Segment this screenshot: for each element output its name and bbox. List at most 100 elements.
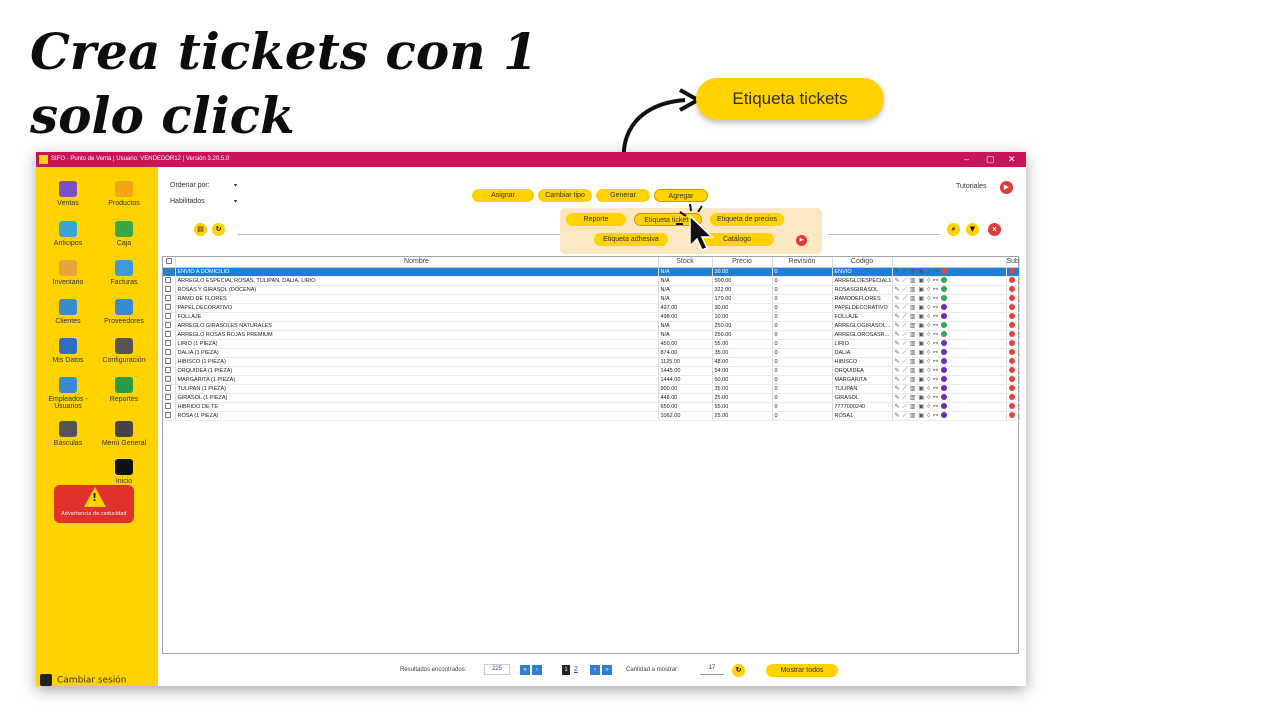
status-badge[interactable]: [941, 349, 948, 356]
image-icon[interactable]: ▣: [918, 359, 927, 365]
table-row[interactable]: ARREGLO ROSAS ROJAS PREMIUM N/A 250.00 0 ARR…: [163, 330, 1020, 340]
link-icon[interactable]: ⚯: [933, 404, 941, 410]
edit-icon[interactable]: ✎: [895, 323, 903, 329]
link-icon[interactable]: ⚯: [933, 395, 941, 401]
row-checkbox-cell[interactable]: [163, 357, 176, 367]
page-2[interactable]: 2: [574, 666, 578, 673]
edit-icon[interactable]: ✎: [895, 278, 903, 284]
status-badge[interactable]: [941, 331, 948, 338]
youtube-icon[interactable]: ▶: [1000, 181, 1013, 194]
image-icon[interactable]: ▣: [918, 350, 927, 356]
column-header-codigo[interactable]: Código: [832, 257, 893, 268]
image-icon[interactable]: ▣: [918, 332, 927, 338]
trend-icon[interactable]: ⟋: [903, 323, 910, 329]
row-checkbox-cell[interactable]: [163, 294, 176, 304]
edit-icon[interactable]: ✎: [895, 296, 903, 302]
row-checkbox[interactable]: [165, 331, 171, 338]
change-type-button[interactable]: Cambiar tipo: [538, 189, 592, 202]
edit-icon[interactable]: ✎: [895, 287, 903, 293]
row-checkbox[interactable]: [165, 313, 171, 320]
trend-icon[interactable]: ⟋: [903, 296, 910, 302]
link-icon[interactable]: ⚯: [933, 269, 941, 275]
sidebar-item-reportes[interactable]: Reportes: [96, 377, 152, 403]
row-checkbox[interactable]: [165, 277, 171, 284]
status-badge[interactable]: [941, 376, 948, 383]
status-badge[interactable]: [941, 295, 948, 302]
youtube-icon[interactable]: ▶: [796, 235, 807, 246]
row-checkbox[interactable]: [165, 322, 171, 329]
status-badge[interactable]: [941, 412, 948, 419]
delete-dot-icon[interactable]: [1008, 394, 1015, 401]
trend-icon[interactable]: ⟋: [903, 305, 910, 311]
image-icon[interactable]: ▣: [918, 404, 927, 410]
edit-icon[interactable]: ✎: [895, 386, 903, 392]
row-checkbox-cell[interactable]: [163, 393, 176, 403]
edit-icon[interactable]: ✎: [895, 350, 903, 356]
search-field[interactable]: [238, 234, 568, 235]
table-row[interactable]: ARREGLO GIRASOLES NATURALES N/A 250.00 0 ARR…: [163, 321, 1020, 331]
trend-icon[interactable]: ⟋: [903, 332, 910, 338]
close-button[interactable]: ✕: [1008, 152, 1016, 167]
trend-icon[interactable]: ⟋: [903, 314, 910, 320]
sidebar-item-empleados[interactable]: Empleados - Usuarios: [40, 377, 96, 410]
sidebar-item-menu-general[interactable]: Menú General: [96, 421, 152, 447]
row-checkbox[interactable]: [165, 385, 171, 392]
edit-icon[interactable]: ✎: [895, 404, 903, 410]
trend-icon[interactable]: ⟋: [903, 377, 910, 383]
trend-icon[interactable]: ⟋: [903, 368, 910, 374]
image-icon[interactable]: ▣: [918, 377, 927, 383]
link-icon[interactable]: ⚯: [933, 314, 941, 320]
link-icon[interactable]: ⚯: [933, 323, 941, 329]
next-page-button[interactable]: ›: [590, 665, 600, 675]
row-checkbox-cell[interactable]: [163, 267, 176, 277]
table-row[interactable]: MARGARITA (1 PIEZA) 1444.00 50.00 0 MARGARIT…: [163, 375, 1020, 385]
table-row[interactable]: ROSAS Y GIRASOL (DOCENA) N/A 322.00 0 ROSASG…: [163, 285, 1020, 295]
table-row[interactable]: GIRASOL (1 PIEZA) 448.00 25.00 0 GIRASOL ✎⟋▥▣…: [163, 393, 1020, 403]
status-badge[interactable]: [941, 340, 948, 347]
order-by-select[interactable]: Ordenar por: ▾: [170, 182, 240, 189]
sidebar-item-anticipos[interactable]: Anticipos: [40, 221, 96, 247]
link-icon[interactable]: ⚯: [933, 350, 941, 356]
row-checkbox[interactable]: [165, 376, 171, 383]
minimize-button[interactable]: –: [964, 152, 969, 167]
image-icon[interactable]: ▣: [918, 413, 927, 419]
row-checkbox[interactable]: [165, 295, 171, 302]
image-icon[interactable]: ▣: [918, 296, 927, 302]
refresh-icon[interactable]: ↻: [732, 664, 745, 677]
status-badge[interactable]: [941, 268, 948, 275]
clear-icon[interactable]: x: [988, 223, 1001, 236]
tutorials-label[interactable]: Tutoriales: [956, 183, 986, 190]
sidebar-item-inventario[interactable]: Inventario: [40, 260, 96, 286]
row-checkbox-cell[interactable]: [163, 276, 176, 286]
quantity-input[interactable]: 17: [700, 664, 724, 675]
edit-icon[interactable]: ✎: [895, 341, 903, 347]
image-icon[interactable]: ▣: [918, 395, 927, 401]
expiry-warning-button[interactable]: ! Advertencia de caducidad: [54, 485, 134, 523]
trend-icon[interactable]: ⟋: [903, 341, 910, 347]
edit-icon[interactable]: ✎: [895, 305, 903, 311]
sidebar-item-caja[interactable]: Caja: [96, 221, 152, 247]
sidebar-item-proveedores[interactable]: Proveedores: [96, 299, 152, 325]
row-checkbox[interactable]: [165, 286, 171, 293]
row-checkbox-cell[interactable]: [163, 285, 176, 295]
column-header-stock[interactable]: Stock: [658, 257, 713, 268]
sidebar-item-basculas[interactable]: Básculas: [40, 421, 96, 447]
image-icon[interactable]: ▣: [918, 269, 927, 275]
trend-icon[interactable]: ⟋: [903, 404, 910, 410]
status-badge[interactable]: [941, 367, 948, 374]
image-icon[interactable]: ▣: [918, 386, 927, 392]
delete-dot-icon[interactable]: [1008, 295, 1015, 302]
select-all-checkbox[interactable]: [163, 257, 176, 268]
table-row[interactable]: HIBRIDO DE TE 650.00 55.00 0 7777000240 ✎⟋▥▣◊…: [163, 402, 1020, 412]
delete-dot-icon[interactable]: [1008, 349, 1015, 356]
delete-dot-icon[interactable]: [1008, 385, 1015, 392]
page-1[interactable]: 1: [562, 665, 570, 675]
image-icon[interactable]: ▣: [918, 314, 927, 320]
search-field-right[interactable]: [828, 234, 940, 235]
etiqueta-adhesiva-option[interactable]: Etiqueta adhesiva: [594, 233, 668, 246]
table-row[interactable]: LIRIO (1 PIEZA) 450.00 55.00 0 LIRIO ✎⟋▥▣◊⚯: [163, 339, 1020, 349]
table-row[interactable]: RAMO DE FLORES N/A 170.00 0 RAMODEFLORES ✎⟋▥▣…: [163, 294, 1020, 304]
row-checkbox-cell[interactable]: [163, 312, 176, 322]
image-icon[interactable]: ▣: [918, 287, 927, 293]
reporte-option[interactable]: Reporte: [566, 213, 626, 226]
